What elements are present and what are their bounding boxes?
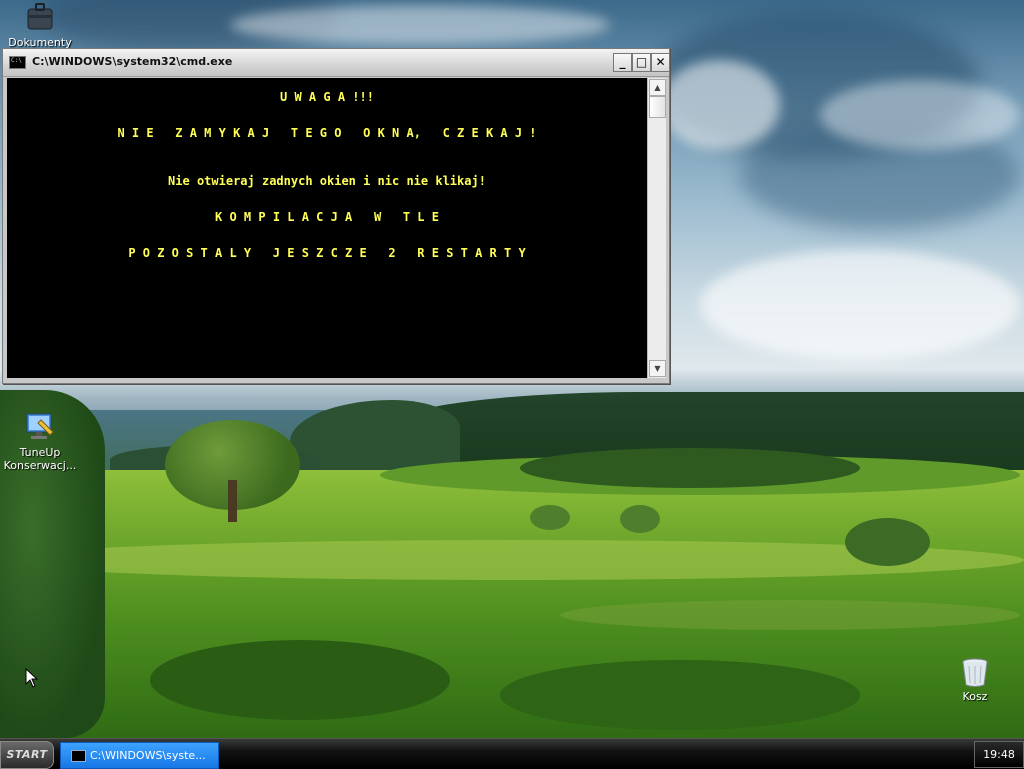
taskbar-item-cmd[interactable]: C:\WINDOWS\syste... bbox=[60, 742, 219, 769]
maximize-icon: □ bbox=[635, 55, 648, 69]
close-button[interactable]: ✕ bbox=[651, 53, 670, 72]
desktop-icon-label: TuneUp Konserwacj... bbox=[3, 446, 77, 472]
console-line: N I E Z A M Y K A J T E G O O K N A, C Z… bbox=[117, 126, 537, 140]
minimize-button[interactable]: _ bbox=[613, 53, 632, 72]
console-output[interactable]: U W A G A !!! N I E Z A M Y K A J T E G … bbox=[7, 78, 647, 378]
console-line: K O M P I L A C J A W T L E bbox=[215, 210, 439, 224]
scroll-up-button[interactable]: ▲ bbox=[649, 79, 666, 96]
maximize-button[interactable]: □ bbox=[632, 53, 651, 72]
taskbar: START C:\WINDOWS\syste... 19:48 bbox=[0, 738, 1024, 769]
desktop-icon-label: Dokumenty bbox=[8, 36, 72, 48]
console-line: P O Z O S T A L Y J E S Z C Z E 2 R E S … bbox=[128, 246, 526, 260]
desktop-icon-recycle-bin[interactable]: Kosz bbox=[935, 656, 1015, 703]
recycle-bin-icon bbox=[959, 656, 991, 688]
scroll-down-button[interactable]: ▼ bbox=[649, 360, 666, 377]
cmd-window[interactable]: C:\WINDOWS\system32\cmd.exe _ □ ✕ U W A … bbox=[2, 48, 670, 384]
vertical-scrollbar[interactable]: ▲ ▼ bbox=[647, 78, 666, 378]
tuneup-monitor-icon bbox=[23, 410, 57, 444]
console-line: Nie otwieraj zadnych okien i nic nie kli… bbox=[168, 174, 486, 188]
cmd-app-icon bbox=[9, 56, 26, 69]
desktop-icon-tuneup[interactable]: TuneUp Konserwacj... bbox=[0, 410, 80, 472]
scroll-thumb[interactable] bbox=[649, 96, 666, 118]
cmd-titlebar[interactable]: C:\WINDOWS\system32\cmd.exe _ □ ✕ bbox=[3, 49, 670, 77]
console-line: U W A G A !!! bbox=[280, 90, 374, 104]
taskbar-item-label: C:\WINDOWS\syste... bbox=[90, 749, 206, 762]
desktop-icon-documents[interactable]: Dokumenty bbox=[0, 0, 80, 48]
cmd-app-icon bbox=[71, 750, 86, 762]
start-button[interactable]: START bbox=[0, 741, 54, 769]
close-icon: ✕ bbox=[655, 55, 666, 69]
briefcase-icon bbox=[24, 0, 56, 32]
desktop-icon-label: Kosz bbox=[962, 690, 988, 703]
system-clock[interactable]: 19:48 bbox=[974, 741, 1024, 768]
cmd-window-title: C:\WINDOWS\system32\cmd.exe bbox=[32, 55, 233, 68]
minimize-icon: _ bbox=[619, 55, 626, 69]
mouse-cursor-icon bbox=[25, 667, 39, 691]
